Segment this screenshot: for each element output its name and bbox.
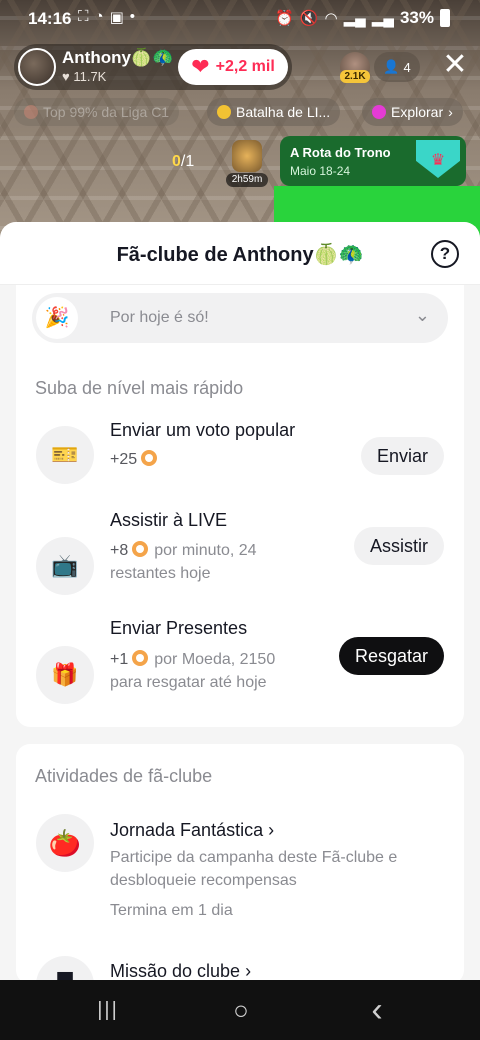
mini-avatar[interactable]: [232, 140, 262, 172]
host-avatar[interactable]: [18, 48, 56, 86]
coin-icon: [132, 650, 149, 666]
activity-title: Jornada Fantástica: [110, 820, 264, 840]
chevron-down-icon: ⌄: [414, 305, 430, 325]
event-banner[interactable]: A Rota do Trono Maio 18-24 ♛: [280, 136, 466, 186]
dot-icon: •: [129, 8, 136, 25]
league-chip[interactable]: Top 99% da Liga C1: [14, 98, 180, 126]
watch-live-button[interactable]: Assistir: [354, 527, 444, 565]
league-icon: [24, 105, 38, 119]
task-title: Enviar um voto popular: [110, 420, 296, 440]
battle-icon: [217, 105, 231, 119]
task-detail: por minuto, 24: [154, 542, 257, 559]
activity-journey[interactable]: Jornada Fantástica ›: [110, 820, 274, 841]
explore-chip[interactable]: Explorar ›: [362, 98, 463, 126]
explore-chip-label: Explorar: [391, 104, 444, 120]
redeem-button[interactable]: Resgatar: [338, 637, 444, 675]
today-status-row[interactable]: 🎉 Por hoje é só! ⌄: [32, 293, 448, 343]
close-live-button[interactable]: ✕: [440, 50, 470, 80]
task-detail-2: para resgatar até hoje: [110, 674, 267, 691]
goal-total: /1: [180, 153, 195, 170]
task-points: +1 por Moeda, 2150 para resgatar até hoje: [110, 648, 320, 694]
activity-title: Missão do clube: [110, 961, 241, 980]
activities-card: Atividades de fã-clube 🍅 Jornada Fantást…: [16, 744, 464, 980]
sheet-title: Fã-clube de Anthony🍈🦚: [116, 244, 364, 266]
status-bar: 14:16 ⛶ ◔ ▣ • ⏰ 🔇 ◠ ▂▄ ▂▄ 33%: [0, 0, 480, 36]
level-up-title: Suba de nível mais rápido: [35, 378, 244, 398]
host-name: Anthony🍈🦚: [62, 48, 174, 67]
mute-icon: 🔇: [299, 10, 319, 27]
nfc-icon: ▣: [109, 9, 124, 26]
activity-mission[interactable]: Missão do clube ›: [110, 961, 251, 980]
ticket-icon: 🎫: [36, 426, 94, 484]
chevron-right-icon: ›: [245, 961, 252, 980]
task-row-gifts: 🎁 Enviar Presentes +1 por Moeda, 2150 par…: [16, 618, 464, 748]
activity-desc: Participe da campanha deste Fã-clube e d…: [110, 849, 398, 889]
task-detail: por Moeda, 2150: [154, 651, 276, 668]
event-date: Maio 18-24: [290, 164, 351, 178]
activities-title: Atividades de fã-clube: [35, 766, 213, 786]
fan-club-sheet: Fã-clube de Anthony🍈🦚 ? 🎉 Por hoje é só!…: [0, 222, 480, 980]
wifi-icon: ◠: [324, 10, 338, 27]
viewer-count: 4: [403, 59, 411, 75]
battle-chip[interactable]: Batalha de LI...: [207, 98, 341, 126]
mission-icon: ▀: [36, 956, 94, 980]
goal-current: 0: [172, 153, 181, 170]
coin-icon: [141, 450, 158, 466]
party-popper-icon: 🎉: [36, 297, 78, 339]
home-button[interactable]: ○: [226, 994, 256, 1026]
screenshot-icon: ⛶: [78, 8, 89, 25]
chevron-right-icon: ›: [268, 820, 275, 840]
live-chip-row: Top 99% da Liga C1 Batalha de LI... Expl…: [14, 98, 480, 126]
task-points: +8 por minuto, 24 restantes hoje: [110, 539, 320, 585]
battery-icon: [440, 9, 450, 27]
status-time: 14:16: [28, 9, 72, 28]
task-points-value: +8: [110, 542, 129, 559]
battery-percent: 33%: [399, 8, 434, 27]
explore-icon: [372, 105, 386, 119]
task-title: Assistir à LIVE: [110, 510, 228, 530]
task-points-value: +1: [110, 651, 129, 668]
crown-icon: ♛: [416, 140, 460, 178]
task-title: Enviar Presentes: [110, 618, 248, 638]
battle-chip-label: Batalha de LI...: [236, 104, 331, 120]
league-chip-label: Top 99% da Liga C1: [43, 104, 170, 120]
host-info-pill[interactable]: Anthony🍈🦚 ♥ 11.7K ❤ +2,2 mil: [14, 44, 292, 90]
back-button[interactable]: ‹: [364, 993, 390, 1027]
task-points-value: +25: [110, 451, 138, 468]
heart-icon: ❤: [191, 54, 210, 79]
system-nav-bar: ||| ○ ‹: [0, 980, 480, 1040]
alarm-icon: ⏰: [275, 10, 294, 27]
signal-icon: ▂▄: [371, 10, 394, 27]
signal-icon: ▂▄: [343, 10, 366, 27]
today-text: Por hoje é só!: [110, 309, 209, 326]
goal-ratio: 0/1: [172, 153, 194, 171]
event-title: A Rota do Trono: [290, 145, 391, 160]
tasks-card: 🎉 Por hoje é só! ⌄ Suba de nível mais rá…: [16, 285, 464, 727]
send-vote-button[interactable]: Enviar: [360, 437, 444, 475]
host-likes: ♥ 11.7K: [62, 69, 107, 84]
task-row-vote: 🎫 Enviar um voto popular +25 Enviar: [16, 420, 464, 486]
activity-ends: Termina em 1 dia: [110, 902, 233, 919]
coin-icon: [132, 541, 149, 557]
help-icon[interactable]: ?: [431, 240, 459, 268]
task-points: +25: [110, 448, 320, 471]
journey-icon: 🍅: [36, 814, 94, 872]
whatsapp-icon: ◔: [94, 8, 104, 25]
top-viewer-badge: 2.1K: [340, 70, 370, 83]
recent-apps-button[interactable]: |||: [92, 994, 124, 1026]
heart-label: +2,2 mil: [215, 58, 275, 75]
chevron-right-icon: ›: [448, 104, 453, 120]
person-icon: 👤: [383, 59, 400, 74]
mini-timer: 2h59m: [226, 173, 268, 187]
status-notification-icons: ⛶ ◔ ▣ •: [78, 8, 135, 26]
task-detail-2: restantes hoje: [110, 565, 211, 582]
status-system-icons: ⏰ 🔇 ◠ ▂▄ ▂▄ 33%: [275, 8, 450, 28]
tv-icon: 📺: [36, 537, 94, 595]
sheet-header: Fã-clube de Anthony🍈🦚 ?: [0, 222, 480, 285]
heart-button[interactable]: ❤ +2,2 mil: [178, 49, 288, 85]
gift-icon: 🎁: [36, 646, 94, 704]
viewer-count-button[interactable]: 👤 4: [374, 52, 420, 82]
